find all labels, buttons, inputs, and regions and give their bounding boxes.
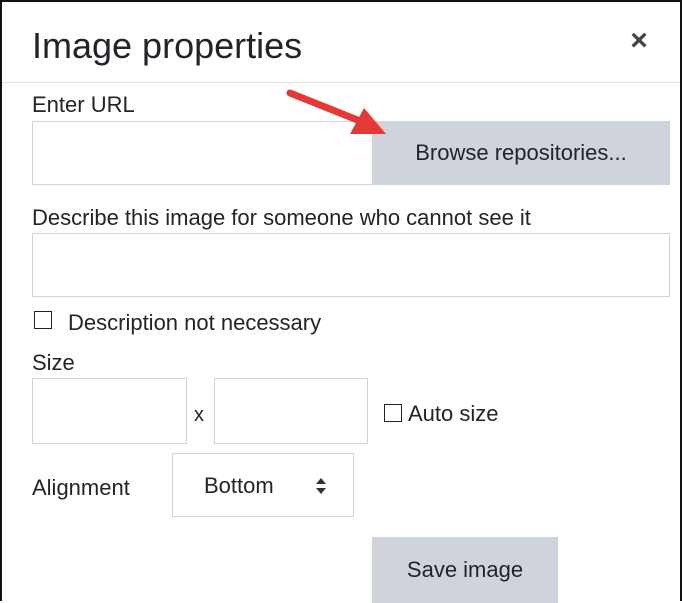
alignment-label: Alignment [32,475,130,500]
alignment-select[interactable]: Bottom [172,453,354,517]
description-label: Describe this image for someone who cann… [32,205,531,230]
dialog-header: Image properties × [2,2,680,83]
browse-repositories-button[interactable]: Browse repositories... [372,121,670,185]
dialog-title: Image properties [32,25,303,66]
description-not-necessary-checkbox[interactable] [34,311,52,329]
auto-size-checkbox[interactable] [384,404,402,422]
image-properties-dialog: Image properties × Enter URL Browse repo… [0,0,682,603]
size-label: Size [32,350,75,375]
alignment-selected-value: Bottom [204,473,274,498]
url-label: Enter URL [32,92,135,117]
description-not-necessary-label: Description not necessary [68,310,322,335]
save-image-button[interactable]: Save image [372,537,558,603]
select-arrows-icon [316,478,326,494]
description-input[interactable] [32,233,670,297]
height-input[interactable] [214,378,368,444]
size-separator: x [194,404,204,426]
close-icon[interactable]: × [622,26,656,60]
auto-size-label: Auto size [408,401,499,426]
url-input[interactable] [32,121,373,185]
width-input[interactable] [32,378,187,444]
